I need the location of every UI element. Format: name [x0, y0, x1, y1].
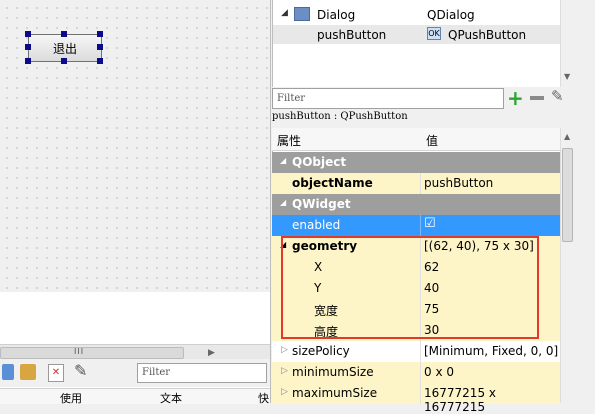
property-name: maximumSize: [292, 386, 378, 400]
action-column-headers: 使用 文本 快: [0, 388, 270, 406]
property-value[interactable]: 0 x 0: [424, 365, 454, 379]
property-name: objectName: [292, 176, 373, 190]
column-header[interactable]: 快: [258, 390, 269, 406]
scroll-down-icon[interactable]: ▼: [564, 72, 570, 81]
resize-handle[interactable]: [25, 44, 31, 50]
column-divider: [420, 341, 421, 362]
property-value[interactable]: pushButton: [424, 176, 493, 190]
tree-item-name: pushButton: [317, 28, 387, 42]
tree-vertical-scrollbar[interactable]: ▼: [560, 0, 574, 87]
horizontal-scrollbar[interactable]: III: [0, 344, 270, 359]
resize-handle[interactable]: [97, 31, 103, 37]
expand-arrow-icon[interactable]: ▷: [281, 345, 288, 355]
property-row-enabled[interactable]: enabled ☑: [272, 215, 560, 236]
scrollbar-grip: III: [74, 347, 85, 356]
property-value[interactable]: 16777215 x 16777215: [424, 386, 560, 414]
resize-handle[interactable]: [97, 44, 103, 50]
pushbutton-icon: OK: [427, 27, 441, 40]
configure-icon[interactable]: ✎: [74, 361, 87, 380]
form-push-button-label: 退出: [52, 41, 77, 56]
property-header: 属性 值: [272, 128, 560, 151]
property-row-objectname[interactable]: objectName pushButton: [272, 173, 560, 194]
resize-handle[interactable]: [25, 58, 31, 64]
collapse-arrow-icon[interactable]: ◢: [280, 156, 286, 165]
expand-arrow-icon[interactable]: ▷: [281, 366, 288, 376]
property-value[interactable]: [Minimum, Fixed, 0, 0]: [424, 344, 558, 358]
tree-item-class: QDialog: [427, 8, 475, 22]
column-divider: [420, 173, 421, 194]
scrollbar-thumb[interactable]: [0, 347, 184, 359]
configure-icon[interactable]: ✎: [551, 87, 564, 105]
tree-item-class: QPushButton: [448, 28, 527, 42]
copy-action-icon[interactable]: [20, 364, 36, 380]
collapse-arrow-icon[interactable]: ◢: [280, 198, 286, 207]
property-row-minimumsize[interactable]: ▷ minimumSize 0 x 0: [272, 362, 560, 383]
property-name: enabled: [292, 218, 341, 232]
tree-row-pushbutton[interactable]: pushButton OK QPushButton: [273, 25, 561, 44]
resize-handle[interactable]: [61, 31, 67, 37]
category-label: QWidget: [292, 197, 351, 211]
scroll-up-icon[interactable]: ▲: [564, 132, 570, 141]
category-qobject[interactable]: ◢ QObject: [272, 152, 560, 173]
dialog-icon: [294, 7, 310, 21]
collapse-arrow-icon[interactable]: ◢: [281, 8, 288, 18]
resize-handle[interactable]: [97, 58, 103, 64]
remove-property-icon[interactable]: [530, 96, 544, 100]
column-divider: [420, 215, 421, 236]
column-divider: [420, 362, 421, 383]
column-divider: [420, 383, 421, 404]
action-filter-input[interactable]: Filter: [137, 363, 267, 383]
property-filter-input[interactable]: Filter: [272, 88, 504, 109]
resize-handle[interactable]: [25, 31, 31, 37]
expand-arrow-icon[interactable]: ▷: [281, 387, 288, 397]
column-header[interactable]: 使用: [60, 390, 82, 406]
new-action-icon[interactable]: [2, 364, 14, 380]
property-row-maximumsize[interactable]: ▷ maximumSize 16777215 x 16777215: [272, 383, 560, 414]
property-name: sizePolicy: [292, 344, 350, 358]
tree-item-name: Dialog: [317, 8, 356, 22]
scroll-right-icon[interactable]: ▶: [208, 348, 215, 358]
property-column-header[interactable]: 属性: [277, 132, 301, 149]
property-name: minimumSize: [292, 365, 374, 379]
object-inspector: ◢ Dialog QDialog pushButton OK QPushButt…: [272, 0, 574, 87]
category-label: QObject: [292, 155, 347, 169]
category-qwidget[interactable]: ◢ QWidget: [272, 194, 560, 215]
scrollbar-thumb[interactable]: [562, 148, 573, 242]
highlight-annotation-box: [281, 236, 539, 339]
object-class-label: pushButton : QPushButton: [272, 111, 408, 122]
column-header[interactable]: 文本: [160, 390, 182, 406]
delete-action-icon[interactable]: ✕: [48, 364, 64, 382]
tree-row-dialog[interactable]: ◢ Dialog QDialog: [273, 5, 561, 25]
property-row-sizepolicy[interactable]: ▷ sizePolicy [Minimum, Fixed, 0, 0]: [272, 341, 560, 362]
resize-handle[interactable]: [61, 58, 67, 64]
checkbox-enabled[interactable]: ☑: [424, 216, 436, 231]
value-column-header[interactable]: 值: [426, 132, 438, 149]
add-property-icon[interactable]: +: [507, 86, 524, 110]
